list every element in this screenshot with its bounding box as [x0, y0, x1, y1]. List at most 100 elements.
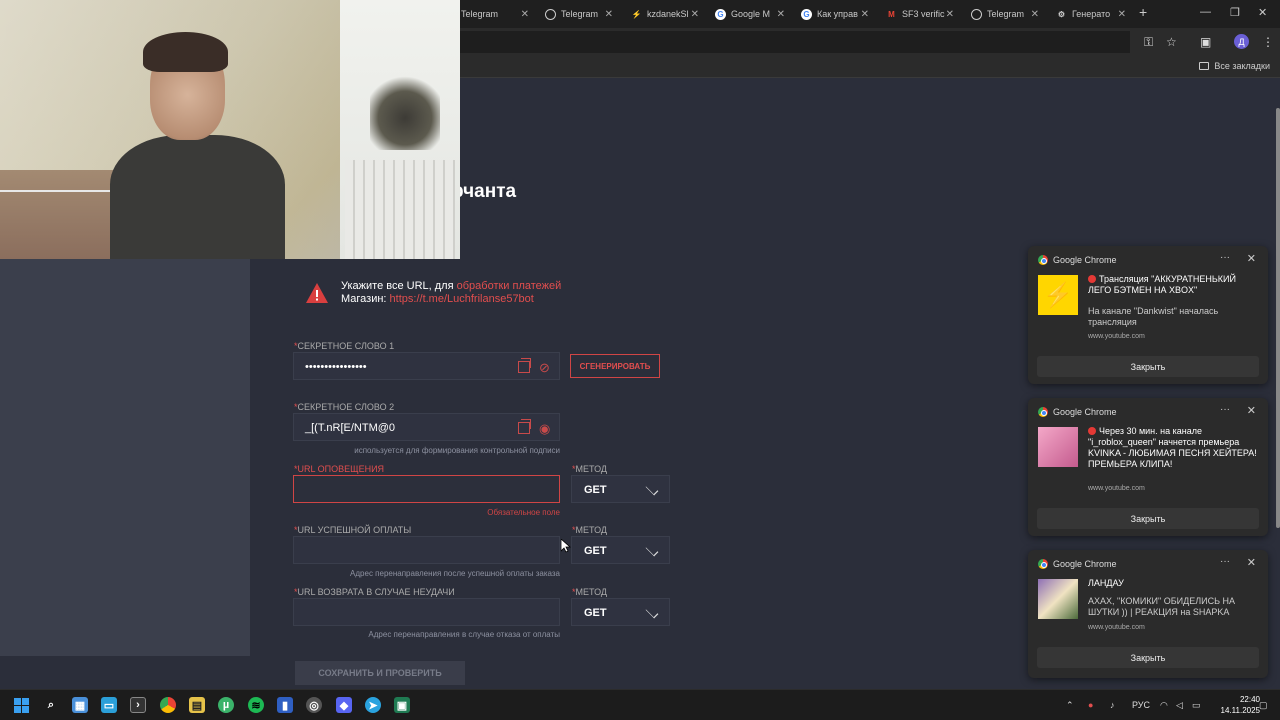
notification-1[interactable]: Google Chrome ··· ✕ ⚡ Трансляция "АККУРА…: [1028, 246, 1268, 384]
close-icon[interactable]: ✕: [1247, 404, 1256, 417]
terminal-icon[interactable]: ›: [130, 697, 146, 713]
method-value: GET: [584, 607, 607, 619]
notify-url-label: *URL оповещения: [294, 464, 385, 474]
tab-label: Telegram: [461, 9, 499, 19]
volume-icon[interactable]: ◁: [1176, 700, 1183, 711]
more-icon[interactable]: ···: [1220, 404, 1230, 415]
method-label: *Метод: [572, 587, 608, 597]
close-icon[interactable]: ✕: [777, 9, 785, 20]
notification-body: АХАХ, "КОМИКИ" ОБИДЕЛИСЬ НА ШУТКИ )) | Р…: [1088, 596, 1235, 617]
clock[interactable]: 22:40 14.11.2025: [1221, 694, 1260, 716]
person-hair: [143, 32, 228, 72]
utorrent-icon[interactable]: µ: [218, 697, 234, 713]
method-value: GET: [584, 484, 607, 496]
files-icon[interactable]: ▤: [189, 697, 205, 713]
new-tab-button[interactable]: +: [1139, 4, 1147, 20]
notification-site: www.youtube.com: [1088, 624, 1145, 631]
menu-icon[interactable]: ⋮: [1262, 35, 1274, 49]
close-window-icon[interactable]: ✕: [1258, 6, 1267, 19]
notify-url-input[interactable]: [293, 475, 560, 503]
payment-processing-link[interactable]: обработки платежей: [457, 280, 562, 292]
close-notification-button[interactable]: Закрыть: [1037, 508, 1259, 529]
tab-kzdanek[interactable]: ⚡ kzdanekSl ✕: [631, 4, 699, 24]
success-method-select[interactable]: GET: [571, 536, 670, 564]
wifi-icon[interactable]: ◠: [1160, 700, 1168, 711]
notification-title: Через 30 мин. на канале "i_roblox_queen"…: [1088, 426, 1257, 469]
globe-icon: [545, 8, 556, 20]
webcam-overlay: [0, 0, 460, 259]
fail-url-input[interactable]: [293, 598, 560, 626]
battery-icon[interactable]: ▭: [1192, 700, 1201, 711]
notifications-icon[interactable]: ▢: [1259, 700, 1268, 711]
chevron-up-icon[interactable]: ⌃: [1066, 700, 1074, 711]
eye-icon[interactable]: ◉: [539, 421, 550, 437]
close-icon[interactable]: ✕: [946, 9, 954, 20]
close-icon[interactable]: ✕: [1031, 9, 1039, 20]
radiator: [345, 160, 455, 259]
chrome-icon: [1038, 559, 1048, 569]
tab-telegram-1[interactable]: Telegram ✕: [461, 4, 529, 24]
more-icon[interactable]: ···: [1220, 556, 1230, 567]
tab-generator[interactable]: ⚙ Генерато ✕: [1056, 4, 1126, 24]
tab-how-to[interactable]: G Как управ ✕: [801, 4, 869, 24]
language-indicator[interactable]: РУС: [1132, 700, 1150, 710]
password-key-icon[interactable]: ⚿: [1144, 35, 1153, 50]
close-icon[interactable]: ✕: [521, 9, 529, 20]
tab-gmail[interactable]: M SF3 verific ✕: [886, 4, 954, 24]
mouse-cursor-icon: [561, 539, 571, 553]
notification-app: Google Chrome: [1053, 255, 1117, 265]
close-icon[interactable]: ✕: [1247, 556, 1256, 569]
close-icon[interactable]: ✕: [861, 9, 869, 20]
app-icon[interactable]: ◎: [306, 697, 322, 713]
spotify-icon[interactable]: ≋: [248, 697, 264, 713]
avatar[interactable]: Д: [1234, 34, 1249, 49]
secret2-value: _[(T.nR[E/NTM@0: [305, 422, 396, 434]
copy-icon[interactable]: [518, 419, 531, 434]
close-notification-button[interactable]: Закрыть: [1037, 647, 1259, 668]
copy-icon[interactable]: [518, 358, 531, 373]
bar-chart-app-icon[interactable]: ▮: [277, 697, 293, 713]
restore-icon[interactable]: ❐: [1230, 6, 1240, 19]
all-bookmarks-button[interactable]: Все закладки: [1199, 61, 1270, 71]
folder-icon: [1199, 62, 1210, 70]
close-icon[interactable]: ✕: [605, 9, 613, 20]
minimize-icon[interactable]: —: [1200, 6, 1211, 18]
discord-icon[interactable]: ◆: [336, 697, 352, 713]
warning-text-1: Укажите все URL, для: [341, 280, 457, 292]
tab-telegram-3[interactable]: Telegram ✕: [971, 4, 1039, 24]
shop-link[interactable]: https://t.me/Luchfrilanse57bot: [390, 293, 534, 305]
close-icon[interactable]: ✕: [1247, 252, 1256, 265]
notification-3[interactable]: Google Chrome ··· ✕ ЛАНДАУ АХАХ, "КОМИКИ…: [1028, 550, 1268, 678]
file-explorer-icon[interactable]: ▭: [101, 697, 117, 713]
live-dot-icon: [1088, 275, 1096, 283]
calculator-icon[interactable]: ▦: [72, 697, 88, 713]
more-icon[interactable]: ···: [1220, 252, 1230, 263]
close-notification-button[interactable]: Закрыть: [1037, 356, 1259, 377]
telegram-icon[interactable]: ➤: [365, 697, 381, 713]
extensions-icon[interactable]: ▣: [1200, 35, 1211, 49]
notify-method-select[interactable]: GET: [571, 475, 670, 503]
recording-icon[interactable]: ●: [1088, 700, 1093, 710]
secret2-input[interactable]: _[(T.nR[E/NTM@0 ◉: [293, 413, 560, 441]
notification-2[interactable]: Google Chrome ··· ✕ Через 30 мин. на кан…: [1028, 398, 1268, 536]
microphone-icon[interactable]: ♪: [1110, 700, 1115, 710]
secret1-label: *Секретное слово 1: [294, 341, 395, 351]
fail-method-select[interactable]: GET: [571, 598, 670, 626]
all-bookmarks-label: Все закладки: [1214, 61, 1270, 71]
close-icon[interactable]: ✕: [691, 9, 699, 20]
tab-telegram-2[interactable]: Telegram ✕: [545, 4, 613, 24]
search-icon[interactable]: ⌕: [43, 697, 59, 713]
star-icon[interactable]: ☆: [1166, 35, 1177, 49]
tab-google-meet[interactable]: G Google M ✕: [715, 4, 785, 24]
editor-icon[interactable]: ▣: [394, 697, 410, 713]
chrome-icon[interactable]: [160, 697, 176, 713]
save-and-check-button[interactable]: Сохранить и проверить: [295, 661, 465, 685]
close-icon[interactable]: ✕: [1118, 9, 1126, 20]
scrollbar[interactable]: [1276, 108, 1280, 528]
live-dot-icon: [1088, 427, 1096, 435]
windows-start-icon[interactable]: [13, 697, 29, 713]
eye-off-icon[interactable]: ⊘: [539, 360, 550, 376]
success-url-input[interactable]: [293, 536, 560, 564]
generate-button[interactable]: Сгенерировать: [570, 354, 660, 378]
secret1-input[interactable]: •••••••••••••••• ⊘: [293, 352, 560, 380]
